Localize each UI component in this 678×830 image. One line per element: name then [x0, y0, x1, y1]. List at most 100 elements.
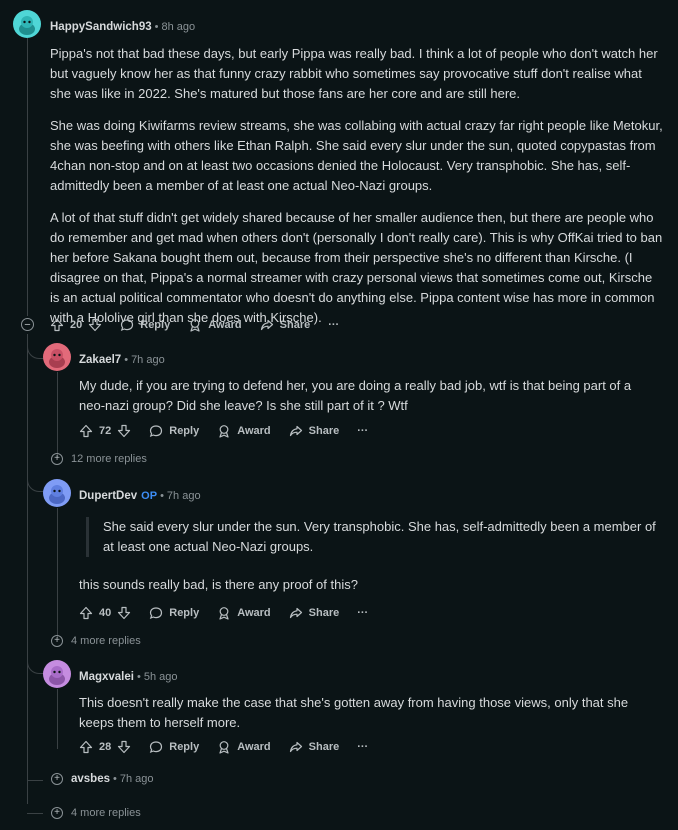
username[interactable]: avsbes — [71, 773, 110, 785]
collapse-button[interactable]: − — [21, 318, 34, 331]
share-icon — [289, 425, 302, 437]
comment-paragraph: She was doing Kiwifarms review streams, … — [50, 118, 663, 193]
plus-circle-icon: + — [51, 635, 63, 647]
comment-actions: 20 Reply Award Share ··· — [50, 314, 357, 336]
plus-circle-icon: + — [51, 807, 63, 819]
timestamp: 7h ago — [166, 490, 201, 502]
reply-button[interactable]: Reply — [149, 740, 199, 754]
downvote-icon[interactable] — [88, 318, 102, 332]
more-replies-label: 12 more replies — [71, 453, 147, 465]
more-replies-link[interactable]: + 4 more replies — [51, 635, 141, 647]
username[interactable]: Zakael7 — [79, 354, 121, 366]
comment-actions: 72 Reply Award Share ··· — [79, 420, 386, 442]
reply-button[interactable]: Reply — [149, 424, 199, 438]
thread-line — [57, 508, 58, 638]
comment-bubble-icon — [150, 607, 163, 620]
reply-button[interactable]: Reply — [149, 606, 199, 620]
avatar[interactable] — [13, 10, 41, 38]
comment-body: This doesn't really make the case that s… — [79, 695, 629, 730]
avatar[interactable] — [43, 479, 71, 507]
more-replies-label: 4 more replies — [71, 635, 141, 647]
comment-header: Zakael7 • 7h ago — [79, 354, 165, 366]
share-label: Share — [279, 319, 311, 331]
op-badge: OP — [141, 490, 158, 502]
share-icon — [289, 741, 302, 753]
award-button[interactable]: Award — [188, 318, 242, 332]
comment-body: Pippa's not that bad these days, but ear… — [50, 44, 665, 340]
more-options-button[interactable]: ··· — [357, 741, 368, 753]
share-icon — [260, 319, 273, 331]
share-button[interactable]: Share — [260, 318, 311, 332]
thread-line — [57, 372, 58, 458]
reply-label: Reply — [169, 607, 200, 619]
reply-label: Reply — [169, 741, 200, 753]
comment-bubble-icon — [150, 741, 163, 754]
snoo-avatar-icon — [19, 16, 35, 35]
timestamp: 8h ago — [161, 21, 196, 33]
reply-button[interactable]: Reply — [120, 318, 170, 332]
vote-count: 40 — [99, 607, 112, 619]
expand-comment[interactable]: + avsbes • 7h ago — [51, 773, 154, 785]
comment-header: Magxvalei • 5h ago — [79, 671, 178, 683]
more-replies-link[interactable]: + 12 more replies — [51, 453, 147, 465]
reply-label: Reply — [169, 425, 200, 437]
upvote-icon[interactable] — [50, 318, 64, 332]
thread-branch — [27, 334, 44, 492]
plus-circle-icon: + — [51, 453, 63, 465]
share-button[interactable]: Share — [289, 424, 340, 438]
comment-header: HappySandwich93 • 8h ago — [50, 21, 196, 33]
share-button[interactable]: Share — [289, 606, 339, 620]
comment-body: this sounds really bad, is there any pro… — [79, 577, 358, 592]
award-icon — [219, 425, 229, 438]
minus-circle-icon: − — [21, 318, 34, 331]
comment-actions: 40 Reply Award Share ··· — [79, 602, 386, 624]
ellipsis-icon: ··· — [328, 319, 340, 331]
more-options-button[interactable]: ··· — [357, 425, 368, 437]
downvote-icon[interactable] — [117, 606, 131, 620]
snoo-avatar-icon — [49, 349, 65, 368]
thread-line — [27, 38, 28, 316]
comment-bubble-icon — [121, 319, 134, 332]
comment-header: DupertDev OP • 7h ago — [79, 490, 201, 502]
share-label: Share — [308, 741, 340, 753]
award-button[interactable]: Award — [217, 740, 271, 754]
award-button[interactable]: Award — [217, 606, 271, 620]
plus-circle-icon: + — [51, 773, 63, 785]
award-label: Award — [237, 425, 271, 437]
award-label: Award — [208, 319, 242, 331]
downvote-icon[interactable] — [117, 740, 131, 754]
comment-body: My dude, if you are trying to defend her… — [79, 378, 632, 413]
comment-bubble-icon — [150, 425, 163, 438]
award-icon — [190, 319, 200, 332]
more-options-button[interactable]: ··· — [357, 607, 368, 619]
award-icon — [219, 607, 229, 620]
upvote-icon[interactable] — [79, 424, 93, 438]
award-button[interactable]: Award — [217, 424, 271, 438]
comment-paragraph: A lot of that stuff didn't get widely sh… — [50, 210, 663, 325]
share-button[interactable]: Share — [289, 740, 340, 754]
thread-branch — [27, 780, 43, 781]
share-label: Share — [308, 425, 340, 437]
downvote-icon[interactable] — [117, 424, 131, 438]
reply-label: Reply — [140, 319, 171, 331]
award-icon — [219, 741, 229, 754]
upvote-icon[interactable] — [79, 606, 93, 620]
username[interactable]: HappySandwich93 — [50, 21, 152, 33]
timestamp: 7h ago — [119, 773, 154, 785]
thread-branch — [27, 640, 44, 674]
ellipsis-icon: ··· — [357, 741, 369, 753]
upvote-icon[interactable] — [79, 740, 93, 754]
username[interactable]: DupertDev — [79, 490, 137, 502]
username[interactable]: Magxvalei — [79, 671, 134, 683]
avatar[interactable] — [43, 660, 71, 688]
snoo-avatar-icon — [49, 485, 65, 504]
ellipsis-icon: ··· — [357, 425, 369, 437]
more-replies-link[interactable]: + 4 more replies — [51, 807, 141, 819]
more-options-button[interactable]: ··· — [328, 319, 339, 331]
timestamp: 5h ago — [143, 671, 178, 683]
blockquote: She said every slur under the sun. Very … — [86, 517, 663, 557]
share-icon — [289, 607, 302, 619]
vote-count: 28 — [99, 741, 112, 753]
timestamp: 7h ago — [131, 354, 165, 366]
avatar[interactable] — [43, 343, 71, 371]
